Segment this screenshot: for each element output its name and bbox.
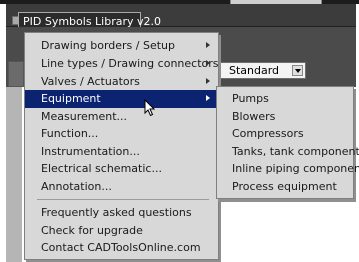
submenu-item-pumps[interactable]: Pumps [217,90,353,108]
chevron-down-icon[interactable] [292,65,303,76]
submenu-item-label: Process equipment [232,180,337,193]
submenu-item-label: Tanks, tank components [232,145,359,158]
menu-item-label: Annotation... [41,180,112,193]
equipment-submenu: Pumps Blowers Compressors Tanks, tank co… [216,86,359,199]
pid-library-menu: Drawing borders / Setup Line types / Dra… [24,32,219,260]
menu-item-function[interactable]: Function... [25,125,218,143]
submenu-item-compressors[interactable]: Compressors [217,125,353,143]
menu-item-annotation[interactable]: Annotation... [25,178,218,196]
menu-item-label: Check for upgrade [41,224,143,237]
submenu-item-blowers[interactable]: Blowers [217,108,353,126]
left-panel-background [6,87,22,262]
menu-item-drawing-borders-setup[interactable]: Drawing borders / Setup [25,37,218,55]
menu-item-check-upgrade[interactable]: Check for upgrade [25,222,218,240]
submenu-item-label: Compressors [232,127,304,140]
menu-item-label: Drawing borders / Setup [41,39,175,52]
chevron-right-icon [206,78,210,84]
submenu-item-label: Inline piping components [232,162,359,175]
menu-item-label: Instrumentation... [41,145,140,158]
submenu-item-inline-piping[interactable]: Inline piping components [217,160,359,178]
menu-item-label: Equipment [41,92,101,105]
menu-item-measurement[interactable]: Measurement... [25,108,218,126]
chevron-right-icon [206,42,210,48]
menu-item-label: Function... [41,127,99,140]
style-dropdown-value: Standard [229,64,280,77]
chevron-right-icon [206,60,210,66]
menu-separator [37,199,209,200]
menu-item-label: Line types / Drawing connectors [41,57,219,70]
chevron-right-icon [206,95,210,101]
menu-item-contact[interactable]: Contact CADToolsOnline.com [25,239,218,257]
menu-item-label: Contact CADToolsOnline.com [41,241,201,254]
mouse-pointer-icon [144,99,156,117]
menu-item-faq[interactable]: Frequently asked questions [25,204,218,222]
menu-item-label: Valves / Actuators [41,75,140,88]
submenu-item-tanks[interactable]: Tanks, tank components [217,143,359,161]
menu-item-label: Frequently asked questions [41,206,192,219]
menu-item-instrumentation[interactable]: Instrumentation... [25,143,218,161]
menu-item-electrical-schematic[interactable]: Electrical schematic... [25,160,218,178]
menu-item-line-types[interactable]: Line types / Drawing connectors [25,55,219,73]
submenu-item-process-equipment[interactable]: Process equipment [217,178,353,196]
menu-item-label: Measurement... [41,110,128,123]
menu-item-label: Electrical schematic... [41,162,162,175]
menu-item-valves-actuators[interactable]: Valves / Actuators [25,73,218,91]
menu-item-equipment[interactable]: Equipment [25,90,218,108]
submenu-item-label: Pumps [232,92,269,105]
style-dropdown[interactable]: Standard [220,62,306,79]
submenu-item-label: Blowers [232,110,276,123]
toolbar-icon [8,61,24,87]
